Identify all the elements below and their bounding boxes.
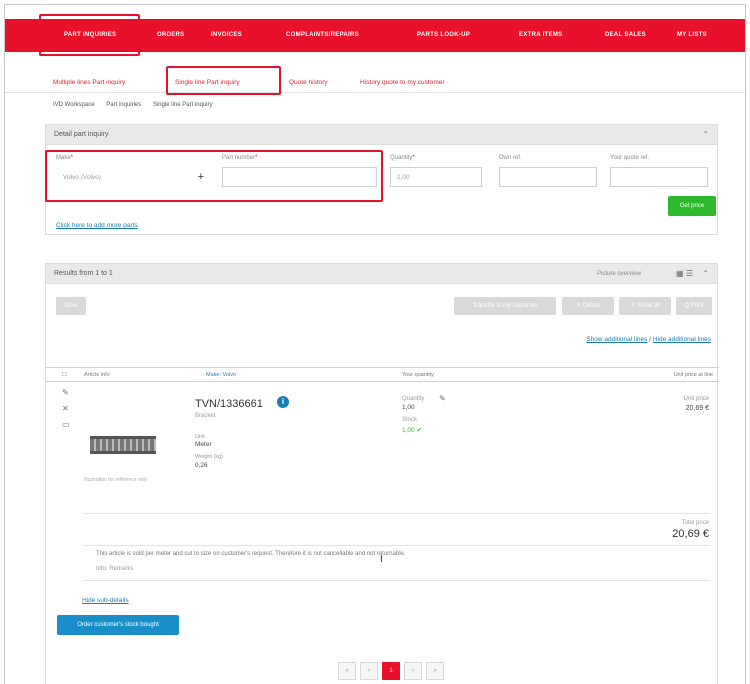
- own-ref-input[interactable]: [499, 167, 597, 187]
- show-additional-lines-link[interactable]: Show additional lines: [586, 336, 647, 343]
- column-header: Article info: [84, 372, 110, 378]
- row-divider: [84, 513, 710, 514]
- collapse-icon[interactable]: ⌃: [702, 130, 709, 139]
- article-note-box: This article is sold per meter and cut t…: [84, 545, 710, 581]
- quantity-value: 1,00: [397, 174, 410, 181]
- check-icon: ✔: [416, 427, 422, 434]
- unit-price-label: Unit price: [683, 396, 709, 402]
- nav-extra-items[interactable]: EXTRA ITEMS: [519, 32, 562, 38]
- panel-title: Detail part inquiry: [54, 131, 109, 138]
- results-title: Results from 1 to 1: [54, 270, 113, 277]
- own-ref-label: Own ref.: [499, 155, 522, 161]
- quantity-label: Quantity: [402, 396, 425, 402]
- print-button[interactable]: ⎙ Print: [676, 297, 712, 315]
- total-price-value: 20,69 €: [672, 528, 709, 540]
- view-toggle-icon[interactable]: ▦ ☰: [676, 269, 693, 278]
- picture-overview-label[interactable]: Picture overview: [597, 271, 641, 277]
- highlight-single-line: [166, 66, 281, 95]
- breadcrumb-item[interactable]: IVD Workspace: [53, 102, 95, 108]
- additional-lines-links: Show additional lines / Hide additional …: [586, 336, 711, 343]
- info-icon[interactable]: i: [277, 396, 289, 408]
- sub-navigation: Multiple lines Part inquiry Single line …: [5, 67, 745, 93]
- order-stock-button[interactable]: Order customer's stock bought: [57, 615, 179, 635]
- column-header[interactable]: Make: Volvo: [206, 372, 236, 378]
- link-separator: /: [649, 336, 651, 343]
- save-button[interactable]: Save: [56, 297, 86, 315]
- close-icon[interactable]: ✕: [62, 404, 69, 413]
- last-page-button[interactable]: »: [426, 662, 444, 680]
- stock-value: 1,00 ✔: [402, 427, 422, 434]
- subnav-multiple-lines[interactable]: Multiple lines Part inquiry: [53, 79, 125, 86]
- select-all-checkbox[interactable]: ☐: [62, 372, 67, 378]
- nav-parts-lookup[interactable]: PARTS LOOK-UP: [417, 32, 470, 38]
- unit-value: Meter: [195, 441, 212, 448]
- show-all-button[interactable]: ⇩ Show all: [619, 297, 671, 315]
- part-number-text: TVN/1336661: [195, 398, 263, 410]
- total-price-label: Total price: [681, 520, 709, 526]
- edit-quantity-icon[interactable]: ✎: [439, 394, 446, 403]
- unit-label: Unit: [195, 434, 205, 440]
- breadcrumb-item[interactable]: Part inquiries: [106, 102, 141, 108]
- nav-complaints-repairs[interactable]: COMPLAINTS/REPAIRS: [286, 32, 359, 38]
- highlight-part-inquiries: [39, 14, 140, 56]
- nav-my-lists[interactable]: MY LISTS: [677, 32, 707, 38]
- prev-page-button[interactable]: ‹: [360, 662, 378, 680]
- delete-button[interactable]: ✕ Delete: [562, 297, 614, 315]
- results-header: Results from 1 to 1 Picture overview ▦ ☰…: [46, 264, 717, 284]
- product-image[interactable]: [90, 436, 156, 454]
- image-caption: Illustration for reference only: [84, 477, 148, 483]
- weight-value: 0,26: [195, 462, 208, 469]
- your-quote-ref-label: Your quote ref.: [610, 155, 650, 161]
- quantity-value: 1,00: [402, 404, 415, 411]
- next-page-button[interactable]: ›: [404, 662, 422, 680]
- your-quote-ref-input[interactable]: [610, 167, 708, 187]
- pagination: « ‹ 1 › »: [338, 662, 444, 680]
- column-header: Your quantity: [402, 372, 434, 378]
- first-page-button[interactable]: «: [338, 662, 356, 680]
- quantity-input[interactable]: 1,00: [390, 167, 482, 187]
- subnav-history-quote-customer[interactable]: History quote to my customer: [360, 79, 445, 86]
- stock-label: Stock: [402, 417, 418, 423]
- hide-additional-lines-link[interactable]: Hide additional lines: [653, 336, 711, 343]
- highlight-make-part-number: [45, 150, 383, 202]
- page-1-button[interactable]: 1: [382, 662, 400, 680]
- article-note: This article is sold per meter and cut t…: [96, 551, 406, 557]
- add-more-parts-link[interactable]: Click here to add more parts: [56, 222, 138, 229]
- quantity-label: Quantity*: [390, 155, 415, 161]
- collapse-icon[interactable]: ⌃: [702, 269, 709, 278]
- nav-orders[interactable]: ORDERS: [157, 32, 184, 38]
- comment-icon[interactable]: ▭: [62, 420, 70, 429]
- weight-label: Weight (kg): [195, 454, 224, 460]
- hide-sub-details-link[interactable]: Hide sub-details: [82, 597, 129, 604]
- nav-invoices[interactable]: INVOICES: [211, 32, 242, 38]
- results-panel: Results from 1 to 1 Picture overview ▦ ☰…: [45, 263, 719, 684]
- transfer-button[interactable]: Transfer to my customer: [454, 297, 556, 315]
- part-description: Bracket: [195, 413, 216, 419]
- breadcrumb-item: Single line Part inquiry: [152, 102, 213, 108]
- subnav-quote-history[interactable]: Quote history: [289, 79, 328, 86]
- article-note-sub: Info: Remarks: [96, 566, 134, 572]
- get-price-button[interactable]: Get price: [668, 196, 716, 216]
- table-header: ☐ Article info Make: Volvo Your quantity…: [46, 367, 719, 382]
- edit-icon[interactable]: ✎: [62, 388, 69, 397]
- app-frame: PART INQUIRIES ORDERS INVOICES COMPLAINT…: [4, 4, 746, 684]
- nav-deal-sales[interactable]: DEAL SALES: [605, 32, 646, 38]
- panel-header: Detail part inquiry ⌃: [46, 125, 717, 145]
- text-cursor-icon: I: [380, 554, 383, 565]
- breadcrumb: IVD Workspace Part inquiries Single line…: [53, 102, 223, 108]
- unit-price-value: 20,69 €: [685, 405, 709, 412]
- column-header: Unit price at line: [673, 372, 713, 378]
